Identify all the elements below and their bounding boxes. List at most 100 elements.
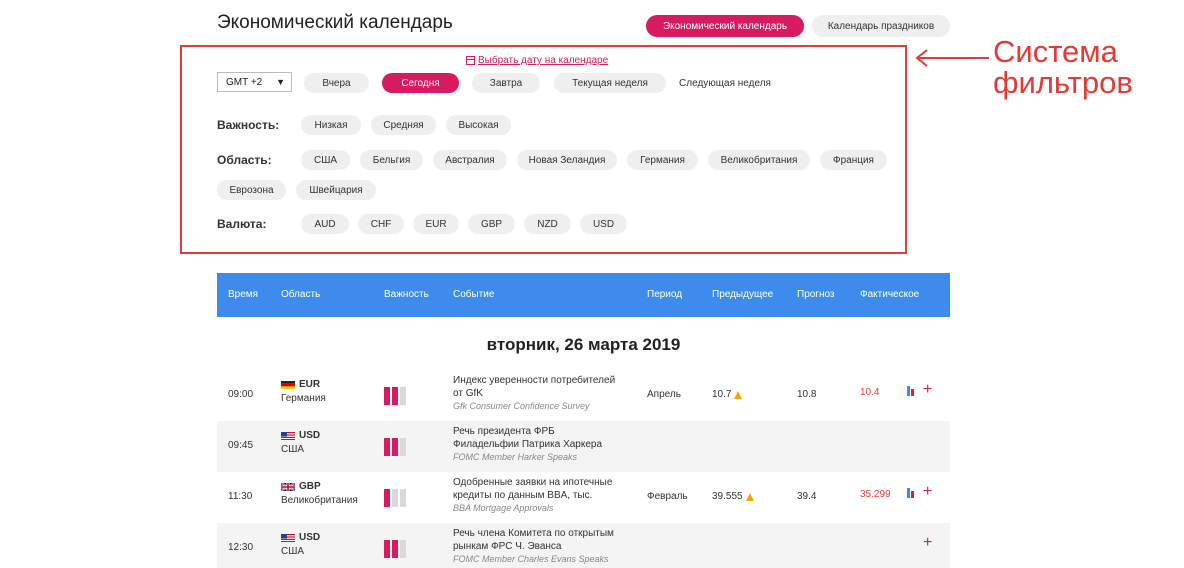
event-title-line-2: рынкам ФРС Ч. Эванса [453,540,562,552]
annotation-arrow-icon [915,49,989,67]
region-germany[interactable]: Германия [627,150,698,170]
currency-label: Валюта: [217,217,267,231]
region-new-zealand[interactable]: Новая Зеландия [517,150,617,170]
currency-gbp[interactable]: GBP [468,214,515,234]
currency-aud[interactable]: AUD [301,214,349,234]
row-country: Германия [281,393,326,404]
day-today[interactable]: Сегодня [382,73,459,93]
col-period: Период [647,289,683,300]
row-time: 11:30 [228,491,253,502]
day-yesterday[interactable]: Вчера [304,73,369,93]
previous-value: 39.555 [712,491,743,502]
importance-high[interactable]: Высокая [446,115,511,135]
region-usa[interactable]: США [301,150,350,170]
row-event[interactable]: Одобренные заявки на ипотечные кредиты п… [453,477,628,515]
annotation-line-2: фильтров [993,65,1133,100]
region-switzerland[interactable]: Швейцария [296,180,376,200]
timezone-select[interactable]: GMT +2 ▼ [217,72,292,92]
col-forecast: Прогноз [797,289,835,300]
row-country: США [281,546,305,557]
event-english-title: FOMC Member Harker Speaks [453,452,578,462]
table-row[interactable]: 09:00 EUR Германия Индекс уверенности по… [217,370,950,421]
row-forecast: 10.8 [797,389,817,400]
col-actual: Фактическое [860,289,920,300]
caret-down-icon: ▼ [276,77,285,87]
add-to-calendar-button[interactable]: + [923,484,932,500]
col-event: Событие [453,289,495,300]
region-great-britain[interactable]: Великобритания [708,150,810,170]
row-actual: 35.299 [860,489,891,500]
table-row[interactable]: 09:45 USD США Речь президента ФРБ Филаде… [217,421,950,472]
importance-indicator [384,489,406,507]
timezone-value: GMT +2 [226,76,263,88]
importance-indicator [384,540,406,558]
row-currency: EUR [299,379,321,390]
importance-indicator [384,438,406,456]
row-currency: USD [299,532,321,543]
event-title-line-2: кредиты по данным BBA, тыс. [453,489,593,501]
importance-indicator [384,387,406,405]
row-event[interactable]: Индекс уверенности потребителей от GfK G… [453,375,628,413]
table-header: Время Область Важность Событие Период Пр… [217,273,950,317]
importance-label: Важность: [217,118,280,132]
bar-chart-icon[interactable] [907,486,917,498]
pick-date-label: Выбрать дату на календаре [478,55,609,66]
page-title: Экономический календарь [217,12,453,33]
germany-flag-icon [281,381,295,389]
row-country: Великобритания [281,495,358,506]
region-belgium[interactable]: Бельгия [360,150,423,170]
warning-icon [745,492,754,501]
tab-economic-calendar[interactable]: Экономический календарь [646,15,804,37]
event-english-title: Gfk Consumer Confidence Survey [453,401,590,411]
row-forecast: 39.4 [797,491,817,502]
region-eurozone[interactable]: Еврозона [217,180,286,200]
row-country: США [281,444,305,455]
col-importance: Важность [384,289,429,300]
warning-icon [734,390,743,399]
importance-low[interactable]: Низкая [301,115,361,135]
currency-nzd[interactable]: NZD [524,214,571,234]
col-region: Область [281,289,321,300]
row-currency: GBP [299,481,321,492]
table-row[interactable]: 11:30 GBP Великобритания Одобренные заяв… [217,472,950,523]
row-currency: USD [299,430,321,441]
region-label: Область: [217,153,272,167]
annotation-line-1: Система [993,34,1118,69]
event-title-line-1: Одобренные заявки на ипотечные [453,477,613,488]
row-previous: 10.7 [712,389,743,400]
event-english-title: BBA Mortgage Approvals [453,503,554,513]
calendar-icon [466,56,475,65]
usa-flag-icon [281,432,295,440]
day-next-week[interactable]: Следующая неделя [676,73,774,93]
event-english-title: FOMC Member Charles Evans Speaks [453,554,609,564]
row-time: 09:00 [228,389,254,400]
col-previous: Предыдущее [712,289,774,300]
date-heading: вторник, 26 марта 2019 [486,335,681,354]
uk-flag-icon [281,483,295,491]
event-title-line-1: Речь президента ФРБ [453,426,555,437]
pick-date-link[interactable]: Выбрать дату на календаре [466,55,608,66]
row-previous: 39.555 [712,491,754,502]
row-period: Февраль [647,491,688,502]
currency-usd[interactable]: USD [580,214,627,234]
region-france[interactable]: Франция [820,150,887,170]
row-event[interactable]: Речь члена Комитета по открытым рынкам Ф… [453,528,628,566]
day-tomorrow[interactable]: Завтра [472,73,540,93]
add-to-calendar-button[interactable]: + [923,382,932,398]
region-australia[interactable]: Австралия [433,150,507,170]
annotation-text: Система фильтров [993,36,1133,98]
tab-holiday-calendar[interactable]: Календарь праздников [812,15,950,37]
currency-chf[interactable]: CHF [358,214,404,234]
table-row[interactable]: 12:30 USD США Речь члена Комитета по отк… [217,523,950,568]
add-to-calendar-button[interactable]: + [923,535,932,551]
row-time: 09:45 [228,440,254,451]
row-event[interactable]: Речь президента ФРБ Филадельфии Патрика … [453,426,628,464]
currency-eur[interactable]: EUR [413,214,459,234]
importance-medium[interactable]: Средняя [371,115,436,135]
bar-chart-icon[interactable] [907,384,917,396]
row-actual: 10.4 [860,387,880,398]
day-current-week[interactable]: Текущая неделя [554,73,666,93]
usa-flag-icon [281,534,295,542]
col-time: Время [228,289,259,300]
event-title-line-1: Индекс уверенности потребителей [453,375,616,386]
